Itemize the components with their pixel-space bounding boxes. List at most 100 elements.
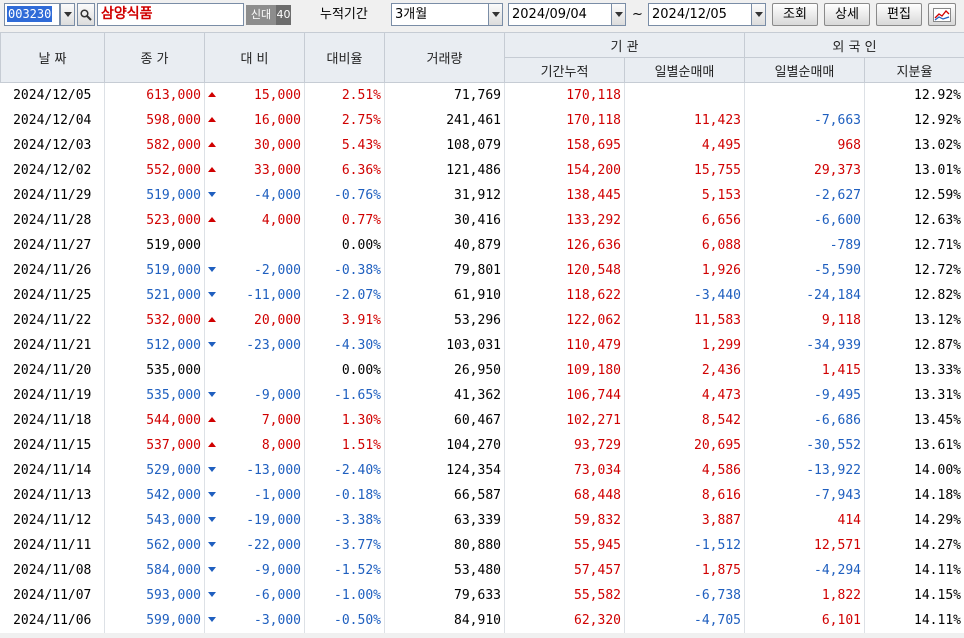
cell-volume-value: 53,296	[454, 312, 501, 328]
table-row[interactable]: 2024/11/20 535,000 0.00% 26,950 109,180 2,436…	[0, 357, 964, 383]
cell-inst-daily-net-value: 4,473	[701, 387, 741, 403]
table-row[interactable]: 2024/11/29 519,000 -4,000 -0.76% 31,912 138,4…	[0, 182, 964, 208]
cell-change-value: -13,000	[246, 462, 301, 478]
header-volume[interactable]: 거래량	[384, 32, 505, 83]
header-date[interactable]: 날 짜	[0, 32, 105, 83]
cell-volume-value: 124,354	[446, 462, 501, 478]
cell-inst-daily-net-value: 3,887	[701, 512, 741, 528]
cell-inst-daily-net-value: 5,153	[701, 187, 741, 203]
cell-volume-value: 121,486	[446, 162, 501, 178]
cell-close: 535,000	[104, 382, 205, 408]
cell-foreign-share: 14.11%	[864, 607, 964, 633]
cell-change-rate-value: 2.51%	[341, 87, 381, 103]
cell-change-rate: 1.51%	[304, 432, 385, 458]
cell-date: 2024/11/21	[0, 332, 105, 358]
cell-close-value: 562,000	[146, 537, 201, 553]
table-row[interactable]: 2024/11/08 584,000 -9,000 -1.52% 53,480 57,45…	[0, 557, 964, 583]
detail-button[interactable]: 상세	[824, 3, 870, 26]
query-button[interactable]: 조회	[772, 3, 818, 26]
cell-close-value: 532,000	[146, 312, 201, 328]
cell-date: 2024/11/08	[0, 557, 105, 583]
cell-volume: 53,296	[384, 307, 505, 333]
line-chart-icon	[933, 7, 951, 22]
cell-volume: 61,910	[384, 282, 505, 308]
period-select[interactable]: 3개월	[391, 3, 489, 26]
cell-foreign-share-value: 12.82%	[914, 287, 961, 303]
period-dropdown-button[interactable]	[488, 3, 503, 26]
header-foreign-share[interactable]: 지분율	[864, 57, 964, 83]
cell-foreign-daily-net-value: 12,571	[814, 537, 861, 553]
cell-change-rate-value: -3.38%	[334, 512, 381, 528]
cell-inst-daily-net-value: 1,926	[701, 262, 741, 278]
cell-foreign-share-value: 14.15%	[914, 587, 961, 603]
table-row[interactable]: 2024/11/07 593,000 -6,000 -1.00% 79,633 55,58…	[0, 582, 964, 608]
cell-foreign-share-value: 13.31%	[914, 387, 961, 403]
cell-change-rate-value: 0.00%	[341, 362, 381, 378]
table-row[interactable]: 2024/11/18 544,000 7,000 1.30% 60,467 102,271…	[0, 407, 964, 433]
table-row[interactable]: 2024/12/02 552,000 33,000 6.36% 121,486 154,2…	[0, 157, 964, 183]
table-row[interactable]: 2024/11/22 532,000 20,000 3.91% 53,296 122,06…	[0, 307, 964, 333]
table-row[interactable]: 2024/11/19 535,000 -9,000 -1.65% 41,362 106,7…	[0, 382, 964, 408]
cell-volume: 66,587	[384, 482, 505, 508]
table-row[interactable]: 2024/11/06 599,000 -3,000 -0.50% 84,910 62,32…	[0, 607, 964, 633]
table-row[interactable]: 2024/11/13 542,000 -1,000 -0.18% 66,587 68,44…	[0, 482, 964, 508]
triangle-down-icon	[208, 291, 216, 297]
chevron-down-icon	[63, 12, 72, 17]
cell-volume-value: 79,801	[454, 262, 501, 278]
stock-code-dropdown-button[interactable]	[60, 3, 75, 26]
triangle-down-icon	[208, 566, 216, 572]
cell-foreign-daily-net-value: -24,184	[806, 287, 861, 303]
cell-volume-value: 61,910	[454, 287, 501, 303]
cell-close: 599,000	[104, 607, 205, 633]
table-row[interactable]: 2024/11/21 512,000 -23,000 -4.30% 103,031 110…	[0, 332, 964, 358]
table-row[interactable]: 2024/11/11 562,000 -22,000 -3.77% 80,880 55,9…	[0, 532, 964, 558]
cell-inst-cumulative-value: 68,448	[574, 487, 621, 503]
stock-code-input[interactable]: 003230	[4, 3, 60, 26]
cell-change: 15,000	[204, 82, 305, 108]
header-close[interactable]: 종 가	[104, 32, 205, 83]
cell-inst-cumulative: 138,445	[504, 182, 625, 208]
cell-foreign-share-value: 12.63%	[914, 212, 961, 228]
cell-inst-cumulative: 57,457	[504, 557, 625, 583]
end-date-field[interactable]: 2024/12/05	[648, 3, 752, 26]
table-row[interactable]: 2024/12/04 598,000 16,000 2.75% 241,461 170,1…	[0, 107, 964, 133]
start-date-dropdown-button[interactable]	[611, 3, 626, 26]
cell-change-rate: -1.65%	[304, 382, 385, 408]
table-row[interactable]: 2024/12/03 582,000 30,000 5.43% 108,079 158,6…	[0, 132, 964, 158]
end-date-dropdown-button[interactable]	[751, 3, 766, 26]
table-row[interactable]: 2024/11/12 543,000 -19,000 -3.38% 63,339 59,8…	[0, 507, 964, 533]
cell-change	[204, 357, 305, 383]
cell-date: 2024/11/13	[0, 482, 105, 508]
header-change[interactable]: 대 비	[204, 32, 305, 83]
table-row[interactable]: 2024/11/26 519,000 -2,000 -0.38% 79,801 120,5…	[0, 257, 964, 283]
header-change-rate[interactable]: 대비율	[304, 32, 385, 83]
cell-foreign-daily-net: -13,922	[744, 457, 865, 483]
header-inst-cumulative[interactable]: 기간누적	[504, 57, 625, 83]
cell-date: 2024/11/27	[0, 232, 105, 258]
table-row[interactable]: 2024/11/25 521,000 -11,000 -2.07% 61,910 118,…	[0, 282, 964, 308]
table-row[interactable]: 2024/11/15 537,000 8,000 1.51% 104,270 93,729…	[0, 432, 964, 458]
cell-inst-cumulative-value: 110,479	[566, 337, 621, 353]
cell-foreign-daily-net-value: 968	[837, 137, 861, 153]
cell-change-rate: 5.43%	[304, 132, 385, 158]
triangle-down-icon	[208, 616, 216, 622]
cell-volume-value: 71,769	[454, 87, 501, 103]
edit-button[interactable]: 편집	[876, 3, 922, 26]
table-row[interactable]: 2024/11/28 523,000 4,000 0.77% 30,416 133,292…	[0, 207, 964, 233]
table-row[interactable]: 2024/12/05 613,000 15,000 2.51% 71,769 170,11…	[0, 82, 964, 108]
period-label: 누적기간	[320, 7, 368, 22]
chart-button[interactable]	[928, 3, 956, 26]
cell-inst-daily-net-value: 8,542	[701, 412, 741, 428]
cell-inst-daily-net: -3,440	[624, 282, 745, 308]
cell-inst-daily-net: 3,887	[624, 507, 745, 533]
header-inst-daily-net[interactable]: 일별순매매	[624, 57, 745, 83]
header-foreign-daily-net[interactable]: 일별순매매	[744, 57, 865, 83]
cell-change-rate: 3.91%	[304, 307, 385, 333]
stock-search-button[interactable]	[77, 3, 95, 26]
start-date-field[interactable]: 2024/09/04	[508, 3, 621, 26]
cell-date: 2024/11/28	[0, 207, 105, 233]
table-row[interactable]: 2024/11/27 519,000 0.00% 40,879 126,636 6,088…	[0, 232, 964, 258]
table-row[interactable]: 2024/11/14 529,000 -13,000 -2.40% 124,354 73,…	[0, 457, 964, 483]
cell-foreign-share: 12.92%	[864, 107, 964, 133]
cell-change-rate: 6.36%	[304, 157, 385, 183]
